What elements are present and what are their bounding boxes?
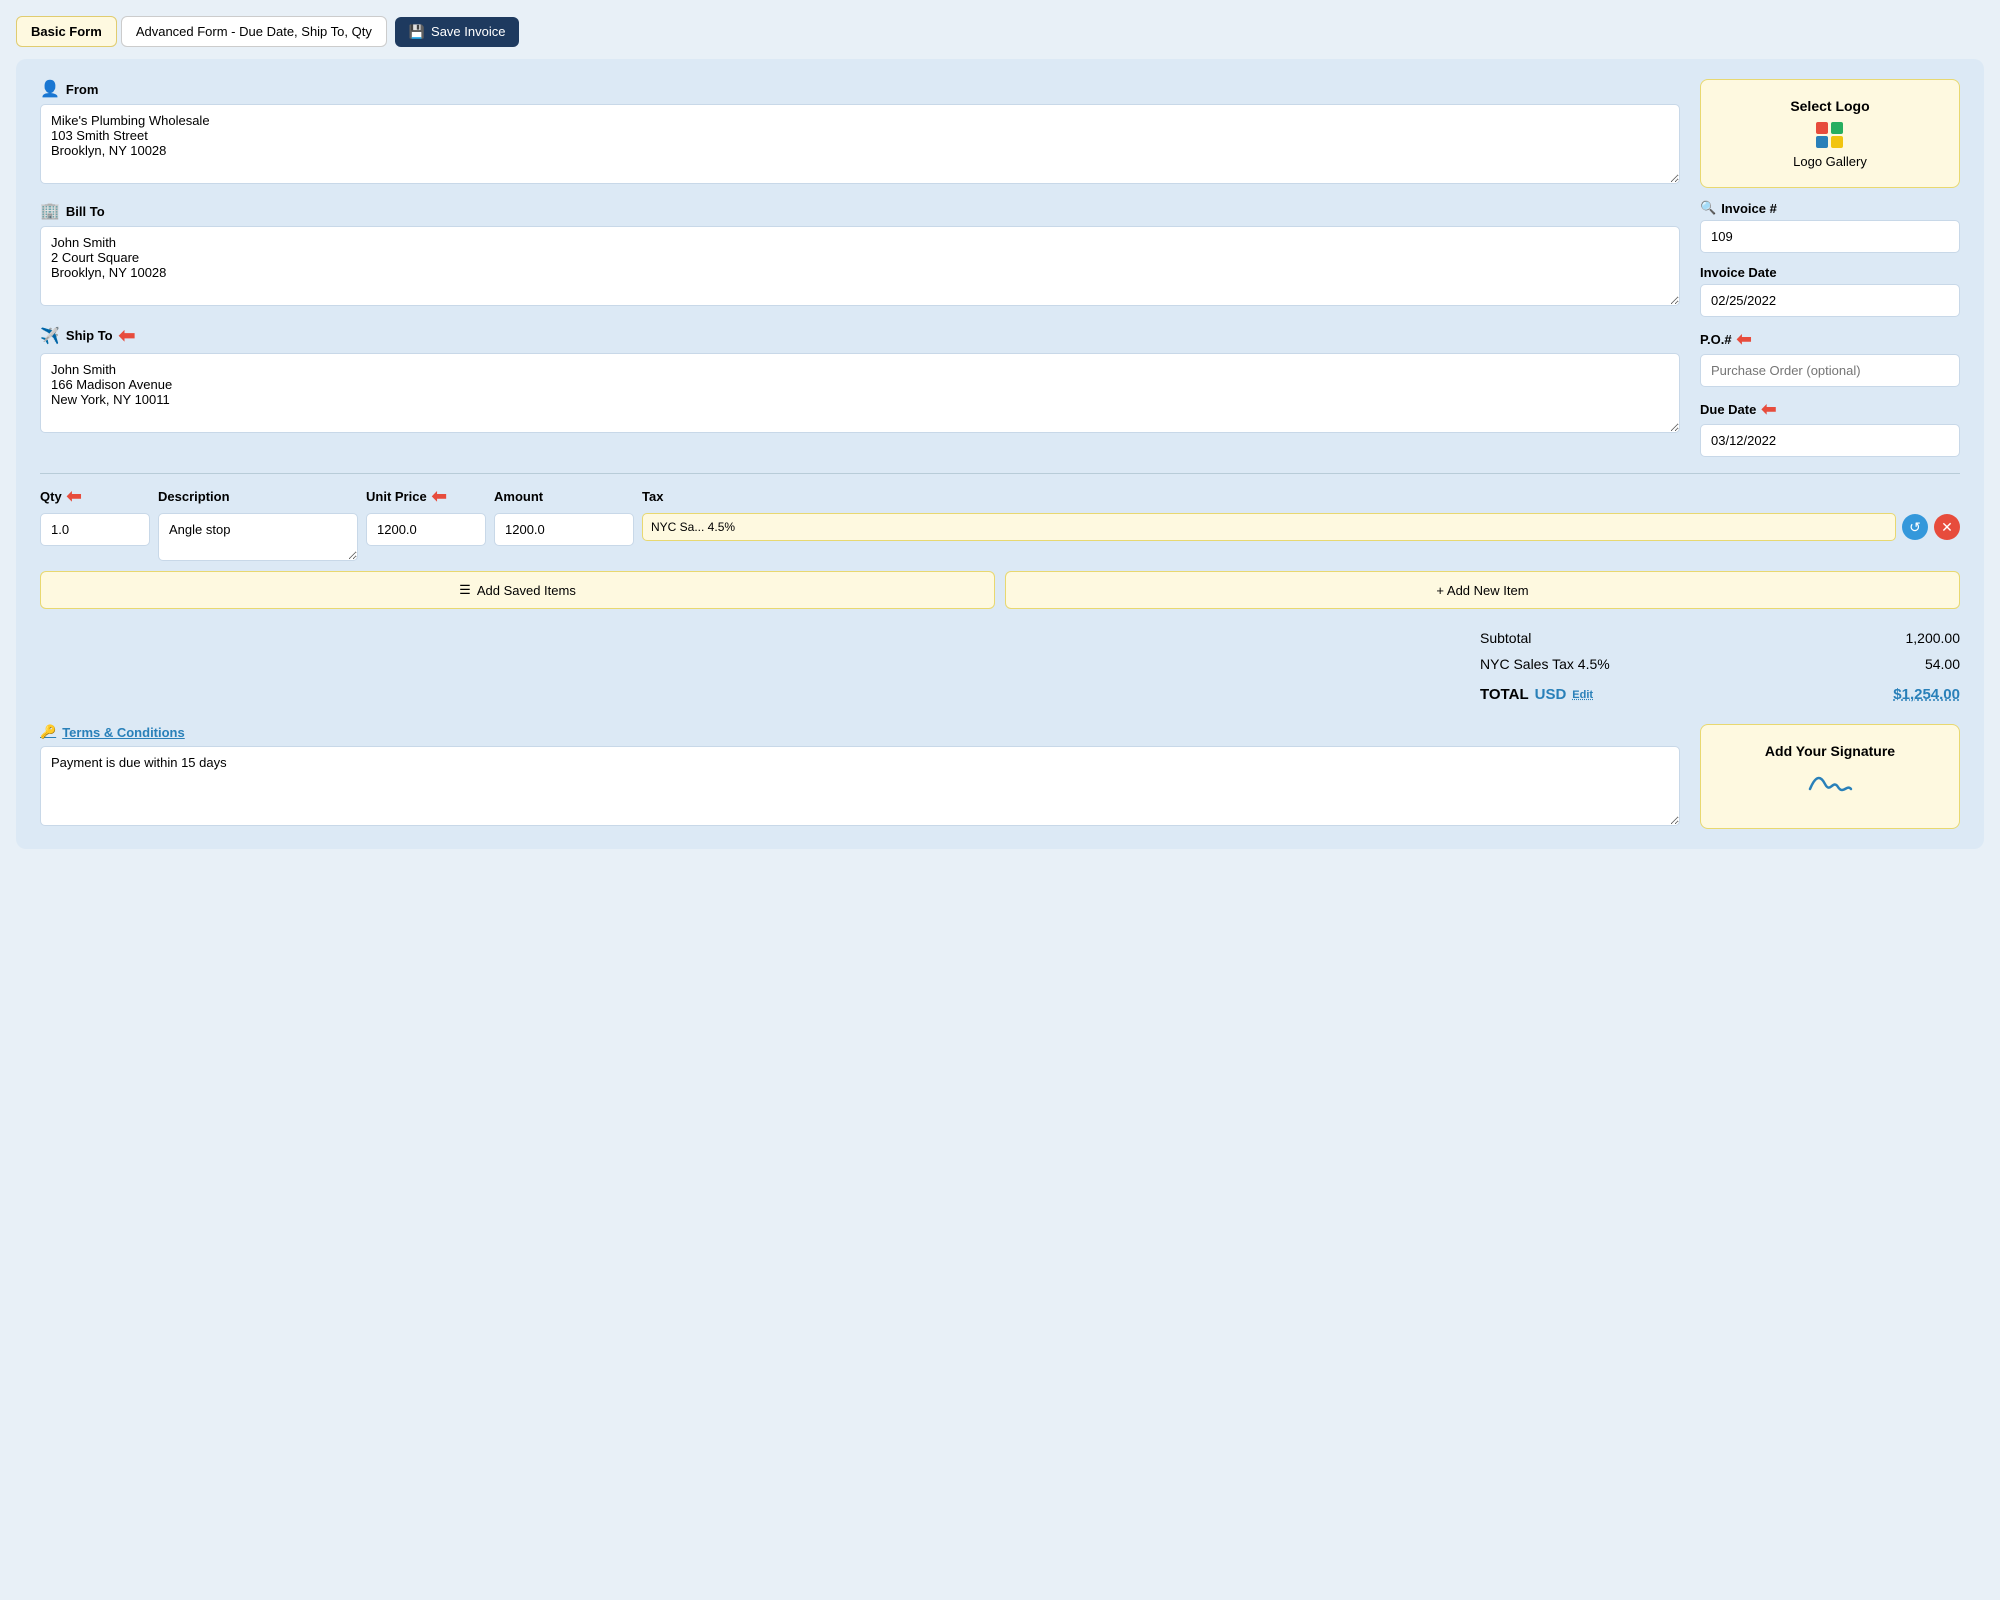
invoice-number-group: 🔍 Invoice # [1700, 200, 1960, 253]
from-section: 👤 From [40, 79, 1680, 187]
add-saved-items-button[interactable]: ☰ Add Saved Items [40, 571, 995, 609]
unit-price-col-header: Unit Price ⬅ [366, 486, 486, 507]
tax-cell: NYC Sa... 4.5% ↺ ✕ [642, 513, 1960, 541]
tax-undo-button[interactable]: ↺ [1902, 514, 1928, 540]
logo-gallery-label: Logo Gallery [1711, 154, 1949, 169]
total-row: TOTAL USD Edit $1,254.00 [1480, 681, 1960, 708]
logo-dot-green [1831, 122, 1843, 134]
invoice-date-group: Invoice Date [1700, 265, 1960, 317]
bill-to-icon: 🏢 [40, 201, 60, 221]
save-icon: 💾 [409, 24, 425, 40]
right-column: Select Logo Logo Gallery 🔍 Invoice # [1700, 79, 1960, 457]
totals-section: Subtotal 1,200.00 NYC Sales Tax 4.5% 54.… [40, 625, 1960, 708]
logo-dot-blue [1816, 136, 1828, 148]
items-section: Qty ⬅ Description Unit Price ⬅ Amount Ta… [40, 486, 1960, 708]
due-date-arrow-icon: ⬅ [1761, 399, 1776, 420]
from-label: 👤 From [40, 79, 1680, 99]
amount-col-header: Amount [494, 489, 634, 504]
actions-row: ☰ Add Saved Items + Add New Item [40, 571, 1960, 609]
terms-label[interactable]: 🔑 Terms & Conditions [40, 724, 1680, 740]
logo-dot-yellow [1831, 136, 1843, 148]
ship-to-label: ✈️ Ship To ⬅ [40, 323, 1680, 348]
items-header-row: Qty ⬅ Description Unit Price ⬅ Amount Ta… [40, 486, 1960, 507]
signature-icon [1711, 769, 1949, 807]
logo-dot-red [1816, 122, 1828, 134]
unit-price-arrow-icon: ⬅ [432, 486, 447, 507]
table-row: NYC Sa... 4.5% ↺ ✕ [40, 513, 1960, 561]
signature-box[interactable]: Add Your Signature [1700, 724, 1960, 829]
qty-arrow-icon: ⬅ [67, 486, 82, 507]
section-divider [40, 473, 1960, 474]
subtotal-value: 1,200.00 [1906, 630, 1961, 646]
description-input[interactable] [158, 513, 358, 561]
add-new-item-button[interactable]: + Add New Item [1005, 571, 1960, 609]
logo-box[interactable]: Select Logo Logo Gallery [1700, 79, 1960, 188]
bill-to-textarea[interactable] [40, 226, 1680, 306]
tab-basic[interactable]: Basic Form [16, 16, 117, 47]
unit-price-input[interactable] [366, 513, 486, 546]
tax-remove-button[interactable]: ✕ [1934, 514, 1960, 540]
from-icon: 👤 [40, 79, 60, 99]
qty-input[interactable] [40, 513, 150, 546]
invoice-date-input[interactable] [1700, 284, 1960, 317]
terms-textarea[interactable] [40, 746, 1680, 826]
qty-col-header: Qty ⬅ [40, 486, 150, 507]
logo-grid [1816, 122, 1844, 148]
terms-section: 🔑 Terms & Conditions [40, 724, 1680, 829]
amount-input[interactable] [494, 513, 634, 546]
bill-to-label: 🏢 Bill To [40, 201, 1680, 221]
due-date-group: Due Date ⬅ [1700, 399, 1960, 457]
totals-table: Subtotal 1,200.00 NYC Sales Tax 4.5% 54.… [1480, 625, 1960, 708]
po-number-group: P.O.# ⬅ [1700, 329, 1960, 387]
invoice-search-icon: 🔍 [1700, 200, 1716, 216]
due-date-input[interactable] [1700, 424, 1960, 457]
ship-to-section: ✈️ Ship To ⬅ [40, 323, 1680, 436]
po-number-label: P.O.# ⬅ [1700, 329, 1960, 350]
invoice-number-label: 🔍 Invoice # [1700, 200, 1960, 216]
bill-to-section: 🏢 Bill To [40, 201, 1680, 309]
from-textarea[interactable] [40, 104, 1680, 184]
invoice-number-input[interactable] [1700, 220, 1960, 253]
subtotal-label: Subtotal [1480, 630, 1531, 646]
tax-label: NYC Sales Tax 4.5% [1480, 656, 1610, 672]
tax-row: NYC Sales Tax 4.5% 54.00 [1480, 651, 1960, 677]
invoice-date-label: Invoice Date [1700, 265, 1960, 280]
ship-to-textarea[interactable] [40, 353, 1680, 433]
select-logo-label: Select Logo [1711, 98, 1949, 114]
total-currency: USD [1535, 686, 1567, 703]
tab-advanced[interactable]: Advanced Form - Due Date, Ship To, Qty [121, 16, 387, 47]
description-col-header: Description [158, 489, 358, 504]
left-column: 👤 From 🏢 Bill To ✈️ Ship To ⬅ [40, 79, 1680, 457]
signature-label: Add Your Signature [1711, 743, 1949, 759]
tax-col-header: Tax [642, 489, 1960, 504]
tax-badge[interactable]: NYC Sa... 4.5% [642, 513, 1896, 541]
top-section: 👤 From 🏢 Bill To ✈️ Ship To ⬅ [40, 79, 1960, 457]
terms-icon: 🔑 [40, 724, 56, 740]
ship-to-icon: ✈️ [40, 326, 60, 346]
ship-to-arrow: ⬅ [119, 323, 136, 348]
subtotal-row: Subtotal 1,200.00 [1480, 625, 1960, 651]
total-label-group: TOTAL USD Edit [1480, 686, 1593, 703]
due-date-label: Due Date ⬅ [1700, 399, 1960, 420]
tax-value: 54.00 [1925, 656, 1960, 672]
total-label-text: TOTAL [1480, 686, 1529, 703]
bottom-section: 🔑 Terms & Conditions Add Your Signature [40, 724, 1960, 829]
total-edit-link[interactable]: Edit [1572, 689, 1593, 701]
list-icon: ☰ [459, 582, 471, 598]
save-invoice-button[interactable]: 💾 Save Invoice [395, 17, 520, 47]
tabs-bar: Basic Form Advanced Form - Due Date, Shi… [16, 16, 1984, 47]
po-number-input[interactable] [1700, 354, 1960, 387]
form-card: 👤 From 🏢 Bill To ✈️ Ship To ⬅ [16, 59, 1984, 849]
total-value: $1,254.00 [1893, 686, 1960, 703]
po-arrow-icon: ⬅ [1737, 329, 1752, 350]
